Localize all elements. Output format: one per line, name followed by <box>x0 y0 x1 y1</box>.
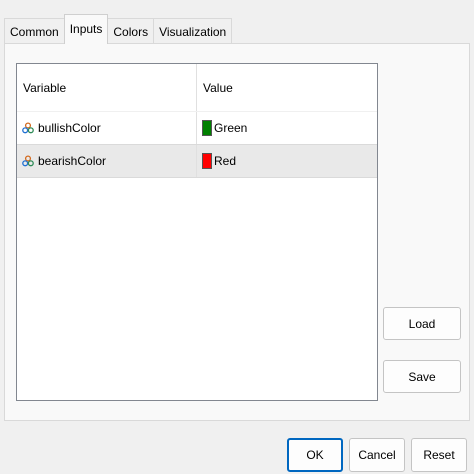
inputs-table: Variable Value bullishColor Green bearis… <box>16 63 378 401</box>
variable-icon <box>22 155 34 167</box>
value-cell[interactable]: Green <box>197 112 377 144</box>
color-swatch-red <box>202 153 212 169</box>
table-row-selected[interactable]: bearishColor Red <box>17 144 377 178</box>
tab-bar: Common Inputs Colors Visualization <box>4 14 233 44</box>
tab-colors[interactable]: Colors <box>107 18 155 44</box>
load-button[interactable]: Load <box>383 307 461 340</box>
variable-name: bearishColor <box>38 154 107 168</box>
variable-cell[interactable]: bullishColor <box>17 112 197 144</box>
save-button[interactable]: Save <box>383 360 461 393</box>
tab-inputs[interactable]: Inputs <box>63 14 109 44</box>
tab-common[interactable]: Common <box>4 18 65 44</box>
reset-button[interactable]: Reset <box>411 438 467 472</box>
tab-visualization[interactable]: Visualization <box>153 18 233 44</box>
value-cell[interactable]: Red <box>197 145 377 177</box>
table-header: Variable Value <box>17 64 377 112</box>
ok-button[interactable]: OK <box>287 438 343 472</box>
color-swatch-green <box>202 120 212 136</box>
column-header-variable[interactable]: Variable <box>17 64 197 111</box>
cancel-button[interactable]: Cancel <box>349 438 405 472</box>
value-text: Red <box>214 154 237 168</box>
column-header-value[interactable]: Value <box>197 64 377 111</box>
variable-icon <box>22 122 34 134</box>
table-row[interactable]: bullishColor Green <box>17 112 377 144</box>
variable-name: bullishColor <box>38 121 101 135</box>
inputs-panel: Variable Value bullishColor Green bearis… <box>4 43 470 421</box>
value-text: Green <box>214 121 248 135</box>
variable-cell[interactable]: bearishColor <box>17 145 197 177</box>
